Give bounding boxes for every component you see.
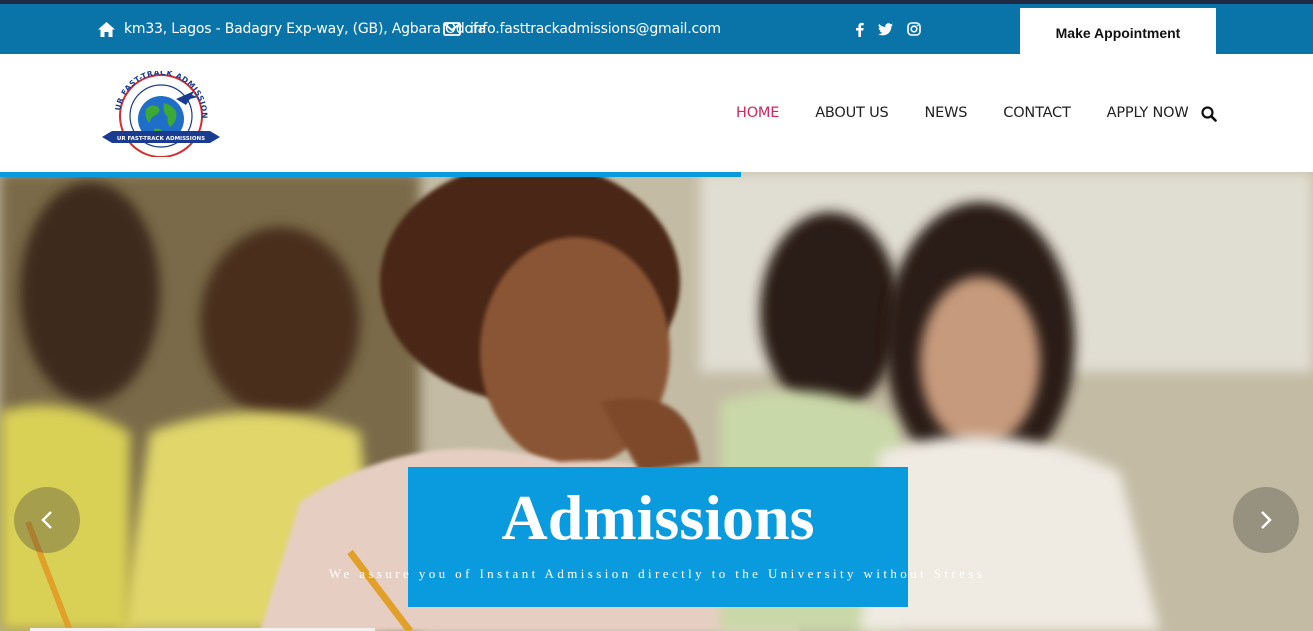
home-icon <box>98 21 115 37</box>
slider-progress-bar <box>0 172 741 177</box>
address-text: km33, Lagos - Badagry Exp-way, (GB), Agb… <box>124 21 487 37</box>
main-nav: HOME ABOUT US NEWS CONTACT APPLY NOW <box>736 54 1224 172</box>
make-appointment-button[interactable]: Make Appointment <box>1020 8 1216 58</box>
instagram-icon[interactable] <box>907 22 921 36</box>
twitter-icon[interactable] <box>878 22 893 36</box>
site-header: UR FAST-TRACK ADMISSIONS UR FAST-TRACK A… <box>0 54 1313 172</box>
top-bar: km33, Lagos - Badagry Exp-way, (GB), Agb… <box>0 0 1313 58</box>
email-link[interactable]: info.fasttrackadmissions@gmail.com <box>470 21 721 37</box>
hero-subtitle: We assure you of Instant Admission direc… <box>328 566 986 581</box>
svg-text:UR FAST-TRACK ADMISSIONS: UR FAST-TRACK ADMISSIONS <box>117 136 205 142</box>
hero-title: Admissions <box>501 482 815 553</box>
social-links <box>855 4 921 54</box>
slider-prev-button[interactable] <box>14 487 80 553</box>
hero-slider: Admissions We assure you of Instant Admi… <box>0 172 1313 631</box>
nav-about-us[interactable]: ABOUT US <box>815 105 889 121</box>
site-logo[interactable]: UR FAST-TRACK ADMISSIONS UR FAST-TRACK A… <box>95 64 224 158</box>
facebook-icon[interactable] <box>855 22 864 37</box>
envelope-icon <box>443 22 461 36</box>
nav-news[interactable]: NEWS <box>925 105 968 121</box>
slider-next-button[interactable] <box>1233 487 1299 553</box>
address-info: km33, Lagos - Badagry Exp-way, (GB), Agb… <box>98 4 486 54</box>
nav-home[interactable]: HOME <box>736 105 779 121</box>
nav-apply-now[interactable]: APPLY NOW <box>1107 105 1189 121</box>
email-info[interactable]: info.fasttrackadmissions@gmail.com <box>443 4 721 54</box>
search-icon[interactable] <box>1201 106 1217 127</box>
hero-caption-box: Admissions <box>408 467 908 607</box>
chevron-left-icon <box>41 511 52 529</box>
nav-contact[interactable]: CONTACT <box>1003 105 1071 121</box>
chevron-right-icon <box>1261 511 1272 529</box>
